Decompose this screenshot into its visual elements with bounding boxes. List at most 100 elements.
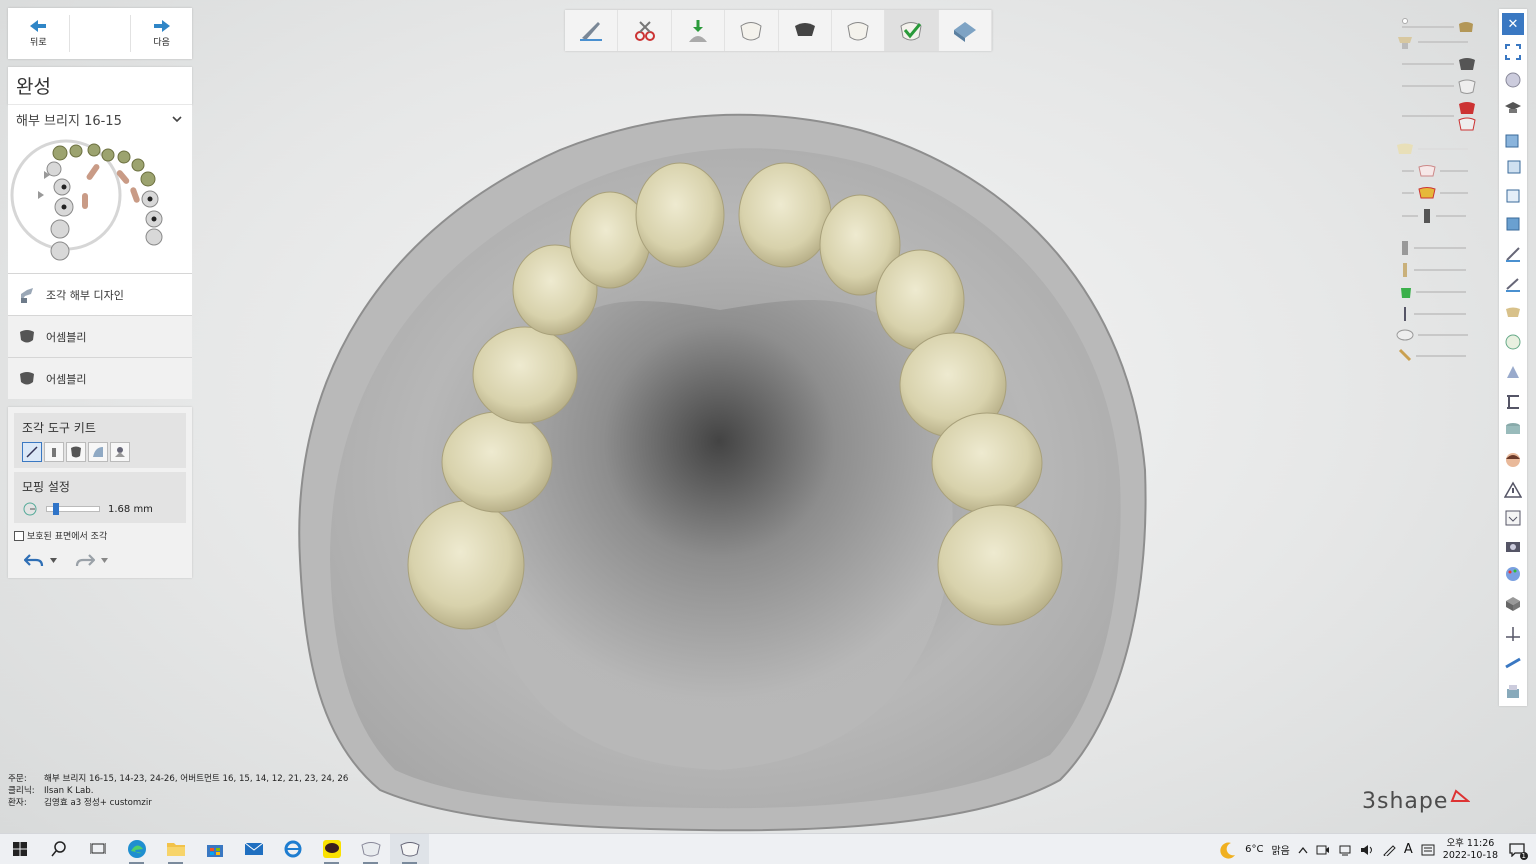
chevron-down-icon <box>101 557 108 563</box>
visibility-slider[interactable] <box>1402 164 1468 178</box>
keyboard-icon[interactable] <box>1421 844 1435 856</box>
workflow-step-insertion[interactable] <box>672 10 726 51</box>
axis-icon[interactable] <box>1502 623 1524 645</box>
face-photo-icon[interactable] <box>1502 449 1524 471</box>
weather-text[interactable]: 맑음 <box>1271 842 1289 857</box>
morph-tool-button[interactable] <box>88 442 108 462</box>
view-back-icon[interactable] <box>1502 157 1524 179</box>
visibility-slider[interactable] <box>1400 284 1466 300</box>
visibility-slider[interactable] <box>1396 142 1468 156</box>
chevron-up-icon[interactable] <box>1298 846 1308 854</box>
visibility-slider[interactable] <box>1402 186 1468 200</box>
visibility-slider[interactable] <box>1402 78 1476 94</box>
smile-design-icon[interactable] <box>1502 303 1524 325</box>
taskbar-kakaotalk[interactable] <box>312 834 351 864</box>
visibility-slider[interactable] <box>1402 208 1466 224</box>
taskbar-ie[interactable] <box>273 834 312 864</box>
chevron-down-icon <box>172 115 182 122</box>
next-label: 다음 <box>153 37 170 48</box>
sculpt-toolkit-group: 조각 도구 키트 <box>14 413 186 468</box>
undo-button[interactable] <box>24 552 57 568</box>
measure-tool-icon[interactable] <box>1502 273 1524 295</box>
checkbox-box[interactable] <box>14 530 24 541</box>
step-assembly-1[interactable]: 어셈블리 <box>8 315 192 357</box>
brush-tool-button[interactable] <box>22 442 42 462</box>
windows-icon <box>12 842 27 856</box>
workflow-step-coping[interactable] <box>779 10 832 51</box>
tooth-library-icon[interactable] <box>1502 331 1524 353</box>
meet-now-icon[interactable] <box>1316 844 1330 856</box>
workflow-step-save[interactable] <box>939 10 992 51</box>
tooth-map[interactable] <box>8 133 192 273</box>
screw-icon <box>1404 307 1406 321</box>
visibility-slider[interactable] <box>1400 306 1466 322</box>
task-view-button[interactable] <box>78 834 117 864</box>
model-icon <box>1397 143 1413 154</box>
scan-icon[interactable] <box>1502 361 1524 383</box>
3d-viewport[interactable] <box>0 0 1536 864</box>
visibility-slider[interactable] <box>1400 262 1466 278</box>
taskbar-dental-app-2[interactable] <box>390 833 429 864</box>
view-rotate-icon[interactable] <box>1502 69 1524 91</box>
clock[interactable]: 오후 11:26 2022-10-18 <box>1443 838 1498 862</box>
coping-icon <box>1459 58 1475 70</box>
notifications-button[interactable]: 1 <box>1506 840 1528 860</box>
weather-temp[interactable]: 6°C <box>1245 844 1263 855</box>
workflow-step-trim[interactable] <box>618 10 672 51</box>
taskbar-dental-app-1[interactable] <box>351 834 390 864</box>
visibility-slider[interactable] <box>1402 56 1476 72</box>
attractor-tool-button[interactable] <box>110 442 130 462</box>
smooth-tool-button[interactable] <box>66 442 86 462</box>
cylinder-icon[interactable] <box>1502 419 1524 441</box>
start-button[interactable] <box>0 834 39 864</box>
workflow-step-anatomy[interactable] <box>832 10 886 51</box>
taskbar-mail[interactable] <box>234 834 273 864</box>
view-front-icon[interactable] <box>1502 129 1524 151</box>
protected-surface-checkbox[interactable]: 보호된 표면에서 조각 <box>14 529 186 542</box>
search-button[interactable] <box>39 834 78 864</box>
workflow-step-finish[interactable] <box>885 10 939 51</box>
ime-indicator[interactable]: A <box>1404 842 1413 857</box>
taskbar-store[interactable] <box>195 834 234 864</box>
ruler-icon[interactable] <box>1502 651 1524 673</box>
taskbar-edge[interactable] <box>117 834 156 864</box>
gingiva-icon <box>1458 102 1476 131</box>
visibility-slider[interactable] <box>1400 240 1466 256</box>
tutorial-cap-icon[interactable] <box>1502 97 1524 119</box>
crown-teeth[interactable] <box>407 162 1063 630</box>
step-assembly-2[interactable]: 어셈블리 <box>8 357 192 399</box>
add-remove-tool-button[interactable] <box>44 442 64 462</box>
fullscreen-icon[interactable] <box>1502 41 1524 63</box>
back-button[interactable]: 뒤로 <box>8 8 69 59</box>
cross-section-icon[interactable] <box>1502 391 1524 413</box>
network-icon[interactable] <box>1338 844 1352 856</box>
bridge-selector[interactable]: 해부 브리지 16-15 <box>8 105 192 133</box>
cube-icon[interactable] <box>1502 593 1524 615</box>
kakaotalk-icon <box>322 840 341 858</box>
view-side-icon[interactable] <box>1502 185 1524 207</box>
taskbar-file-explorer[interactable] <box>156 834 195 864</box>
camera-icon[interactable] <box>1502 535 1524 557</box>
warning-icon[interactable] <box>1502 479 1524 501</box>
visibility-slider[interactable] <box>1398 348 1466 364</box>
workflow-step-prepare[interactable] <box>565 10 619 51</box>
morph-radius-slider[interactable] <box>46 503 100 515</box>
brush-icon <box>26 446 38 458</box>
slider-thumb[interactable] <box>52 503 59 515</box>
close-icon[interactable]: ✕ <box>1502 13 1524 35</box>
palette-icon[interactable] <box>1502 563 1524 585</box>
next-button[interactable]: 다음 <box>131 8 192 59</box>
print-model-icon[interactable] <box>1502 681 1524 703</box>
step-sculpt-anatomy[interactable]: 조각 해부 디자인 <box>8 273 192 315</box>
volume-icon[interactable] <box>1360 844 1374 856</box>
visibility-slider[interactable] <box>1396 328 1468 342</box>
view-frame-icon[interactable] <box>1502 507 1524 529</box>
pen-workspace-icon[interactable] <box>1382 844 1396 856</box>
clip-tool-icon[interactable] <box>1502 243 1524 265</box>
redo-button[interactable] <box>75 552 108 568</box>
visibility-slider[interactable] <box>1402 18 1474 34</box>
visibility-slider[interactable] <box>1396 34 1468 50</box>
workflow-step-crown[interactable] <box>725 10 779 51</box>
view-top-icon[interactable] <box>1502 213 1524 235</box>
visibility-slider[interactable] <box>1402 100 1476 132</box>
